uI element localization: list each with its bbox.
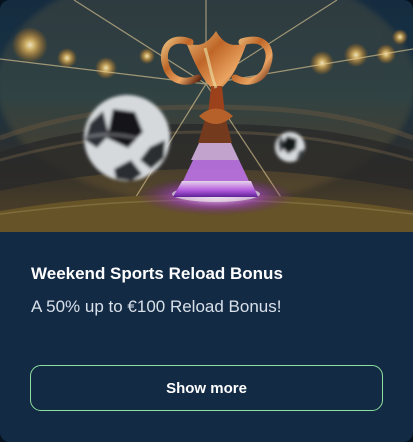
show-more-button[interactable]: Show more [30, 365, 383, 411]
promo-title: Weekend Sports Reload Bonus [31, 264, 283, 283]
promo-content: Weekend Sports Reload Bonus A 50% up to … [0, 232, 413, 442]
promo-card: Weekend Sports Reload Bonus A 50% up to … [0, 0, 413, 442]
promo-subtitle: A 50% up to €100 Reload Bonus! [31, 297, 282, 316]
promo-hero-image [0, 0, 413, 232]
